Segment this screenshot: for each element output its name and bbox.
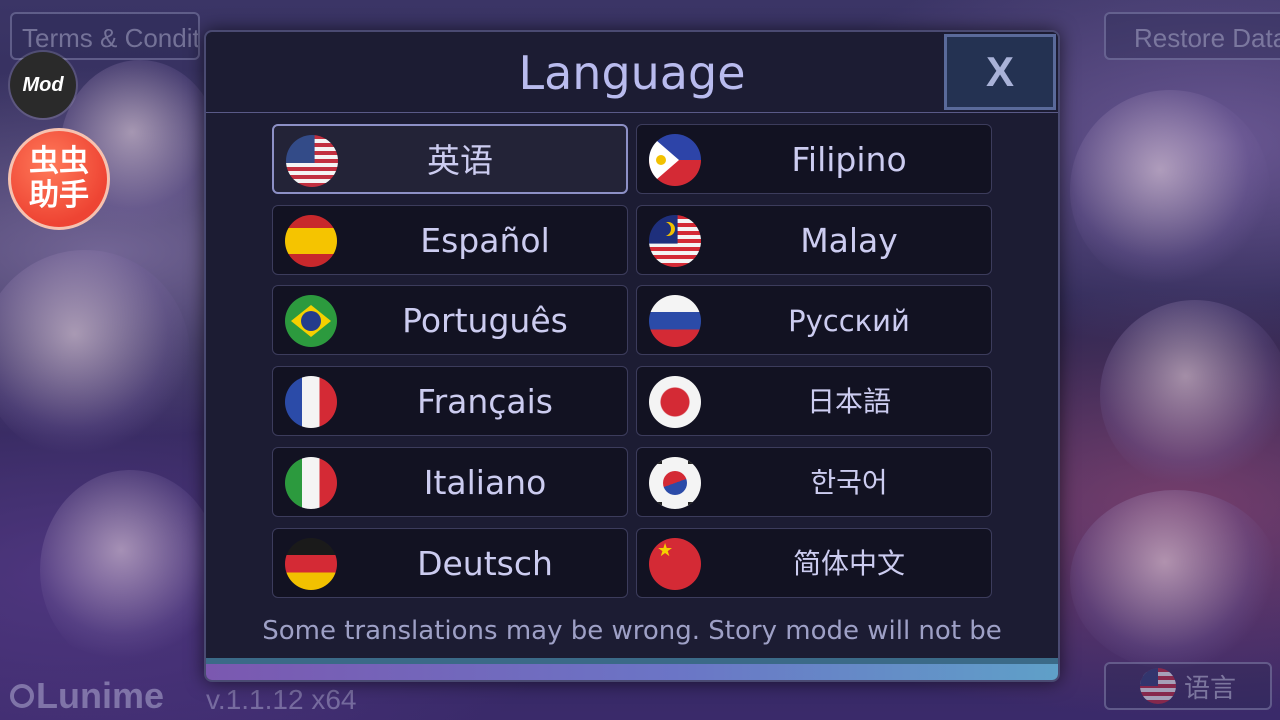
us-flag-icon xyxy=(1139,668,1176,704)
language-option-malay[interactable]: Malay xyxy=(636,205,992,275)
language-label: Français xyxy=(416,382,553,421)
dialog-header: Language X xyxy=(206,32,1058,113)
language-option-russian[interactable]: Русский xyxy=(636,285,992,355)
france-flag-icon xyxy=(285,376,337,428)
translation-note: Some translations may be wrong. Story mo… xyxy=(262,616,1002,646)
language-label: Español xyxy=(420,221,550,260)
italy-flag-icon xyxy=(285,457,337,509)
background-character-art xyxy=(1100,300,1280,490)
background-character-art xyxy=(40,470,220,670)
language-label: Русский xyxy=(788,304,910,338)
language-option-filipino[interactable]: Filipino xyxy=(636,124,992,194)
korea-flag-icon xyxy=(649,457,701,509)
close-button[interactable]: X xyxy=(944,34,1056,110)
background-character-art xyxy=(1070,90,1270,290)
language-option-german[interactable]: Deutsch xyxy=(272,528,628,598)
language-label: 한국어 xyxy=(810,466,888,499)
language-label: Italiano xyxy=(423,463,547,502)
background-character-art xyxy=(0,250,190,460)
logo-mark-icon xyxy=(10,684,34,708)
language-label: Filipino xyxy=(791,140,907,179)
dialog-title: Language xyxy=(518,46,746,100)
language-option-japanese[interactable]: 日本語 xyxy=(636,366,992,436)
china-flag-icon xyxy=(649,538,701,590)
background-character-art xyxy=(1070,490,1280,670)
language-option-portuguese[interactable]: Português xyxy=(272,285,628,355)
japan-flag-icon xyxy=(649,376,701,428)
dialog-bottom-bar xyxy=(206,658,1058,680)
helper-app-badge[interactable]: 虫虫助手 xyxy=(8,128,110,230)
brazil-flag-icon xyxy=(285,295,337,347)
mod-badge[interactable]: Mod xyxy=(10,52,76,118)
version-label: v.1.1.12 x64 xyxy=(206,684,357,715)
close-icon: X xyxy=(985,48,1014,95)
spain-flag-icon xyxy=(285,215,337,267)
restore-data-button[interactable]: Restore Data xyxy=(1104,12,1280,60)
russia-flag-icon xyxy=(649,295,701,347)
us-flag-icon xyxy=(286,135,338,187)
language-label: 日本語 xyxy=(806,385,891,418)
language-option-simplified-chinese[interactable]: 简体中文 xyxy=(636,528,992,598)
malaysia-flag-icon xyxy=(649,215,701,267)
language-option-italian[interactable]: Italiano xyxy=(272,447,628,517)
language-option-spanish[interactable]: Español xyxy=(272,205,628,275)
language-button-label: 语言 xyxy=(1183,673,1236,704)
language-button[interactable]: 语言 xyxy=(1104,662,1272,710)
language-label: Português xyxy=(402,301,568,340)
philippines-flag-icon xyxy=(649,134,701,186)
language-label: 简体中文 xyxy=(792,547,905,580)
language-option-korean[interactable]: 한국어 xyxy=(636,447,992,517)
logo-text: Lunime xyxy=(36,675,165,716)
language-option-french[interactable]: Français xyxy=(272,366,628,436)
language-label: Deutsch xyxy=(417,544,553,583)
language-option-english[interactable]: 英语 xyxy=(272,124,628,194)
language-label: Malay xyxy=(800,221,898,260)
language-label: 英语 xyxy=(427,141,493,180)
germany-flag-icon xyxy=(285,538,337,590)
language-dialog: Language X 英语 Filipino Español Malay Por… xyxy=(204,30,1060,682)
lunime-logo: Lunime xyxy=(10,676,164,716)
